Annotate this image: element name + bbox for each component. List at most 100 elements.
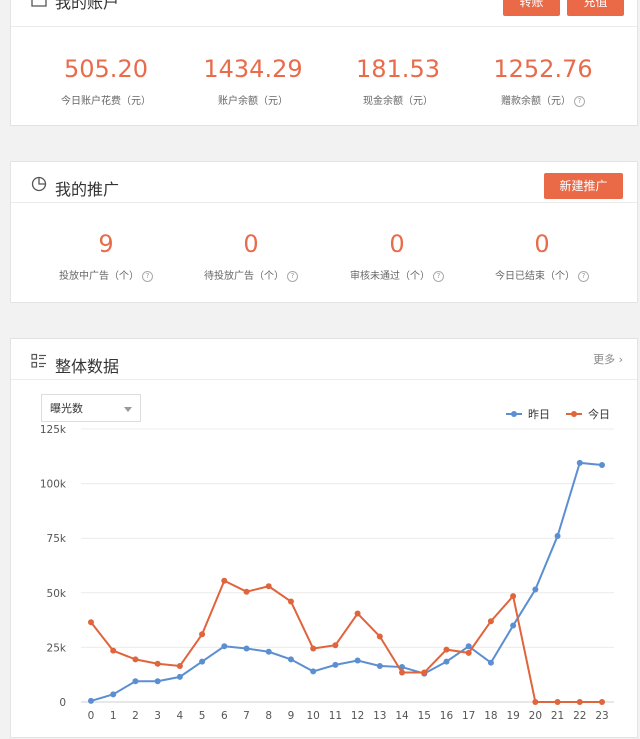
data-point [599, 462, 605, 469]
data-point [354, 657, 361, 664]
data-point [88, 697, 94, 704]
data-point [332, 661, 339, 668]
data-point [443, 646, 450, 653]
transfer-button[interactable]: 转账 [503, 0, 560, 16]
account-title: 我的账户 [55, 0, 120, 12]
x-tick-label: 3 [154, 710, 161, 722]
x-tick-label: 11 [329, 710, 342, 722]
x-tick-label: 8 [265, 710, 272, 722]
stat-label: 待投放广告（个）? [181, 267, 321, 282]
data-point [376, 633, 383, 640]
data-point [554, 699, 561, 705]
data-point [487, 618, 494, 625]
y-tick-label: 25k [47, 642, 67, 654]
data-point [265, 648, 272, 655]
account-card: 我的账户 转账 充值 505.20 今日账户花费（元） 1434.29 账户余额… [10, 0, 638, 126]
data-point [243, 645, 250, 652]
help-icon[interactable]: ? [574, 95, 585, 107]
data-point [532, 699, 539, 705]
recharge-button[interactable]: 充值 [567, 0, 624, 16]
data-point [487, 659, 494, 666]
data-point [132, 678, 139, 685]
x-tick-label: 23 [595, 710, 608, 722]
x-tick-label: 12 [351, 710, 364, 722]
data-point [310, 668, 317, 675]
data-point [110, 691, 117, 698]
promotion-title: 我的推广 [55, 180, 120, 199]
x-tick-label: 7 [243, 710, 250, 722]
stat-pending-ads: 0 待投放广告（个）? [181, 229, 321, 282]
help-icon[interactable]: ? [433, 270, 444, 282]
y-tick-label: 75k [47, 533, 67, 545]
data-point [332, 642, 339, 649]
x-tick-label: 17 [462, 710, 475, 722]
data-point [88, 619, 94, 626]
data-point [554, 533, 561, 540]
y-tick-label: 125k [40, 424, 67, 436]
x-tick-label: 14 [395, 710, 409, 722]
stat-value: 1252.76 [493, 55, 593, 83]
folder-icon [31, 0, 47, 7]
stat-value: 0 [243, 230, 259, 258]
data-point [221, 577, 228, 584]
data-point [510, 593, 517, 600]
stat-label: 审核未通过（个）? [327, 267, 467, 282]
stat-value: 181.53 [356, 55, 440, 83]
data-point [287, 656, 294, 663]
data-point [376, 662, 383, 669]
x-tick-label: 9 [288, 710, 295, 722]
account-header: 我的账户 转账 充值 [11, 0, 637, 29]
promotion-header: 我的推广 新建推广 [11, 162, 637, 203]
x-tick-label: 10 [306, 710, 319, 722]
stat-label: 赠款余额（元）? [473, 92, 613, 107]
stat-label: 投放中广告（个）? [36, 267, 176, 282]
x-tick-label: 4 [177, 710, 184, 722]
data-point [154, 660, 161, 667]
new-promotion-button[interactable]: 新建推广 [544, 173, 623, 199]
stat-running-ads: 9 投放中广告（个）? [36, 229, 176, 282]
stat-label: 今日账户花费（元） [61, 96, 151, 107]
data-point [176, 673, 183, 680]
data-point [287, 598, 294, 605]
data-point [599, 699, 605, 705]
x-tick-label: 19 [506, 710, 519, 722]
x-tick-label: 5 [199, 710, 206, 722]
y-tick-label: 50k [47, 588, 67, 600]
stat-cash-balance: 181.53 现金余额（元） [328, 54, 468, 107]
x-tick-label: 15 [418, 710, 431, 722]
stat-label: 今日已结束（个）? [472, 267, 612, 282]
x-tick-label: 1 [110, 710, 117, 722]
x-tick-label: 16 [440, 710, 454, 722]
help-icon[interactable]: ? [142, 270, 153, 282]
data-point [510, 622, 517, 629]
pie-chart-icon [31, 176, 47, 192]
stat-value: 0 [389, 230, 405, 258]
data-point [199, 631, 206, 638]
exposure-line-chart: 025k50k75k100k125k0 1 2 3 4 5 6 7 8 9 10 11 12 13 14 15… [40, 424, 614, 722]
data-point [132, 656, 139, 663]
data-point [110, 647, 117, 654]
stat-value: 0 [534, 230, 550, 258]
data-point [576, 459, 583, 466]
help-icon[interactable]: ? [578, 270, 589, 282]
series-line [90, 579, 602, 703]
stat-today-spend: 505.20 今日账户花费（元） [36, 54, 176, 107]
data-point [221, 643, 228, 650]
data-point [421, 669, 428, 676]
stat-ended-today: 0 今日已结束（个）? [472, 229, 612, 282]
x-tick-label: 18 [484, 710, 497, 722]
data-point [243, 588, 250, 595]
promotion-card: 我的推广 新建推广 9 投放中广告（个）? 0 待投放广告（个）? 0 审核未通… [10, 161, 638, 303]
x-tick-label: 6 [221, 710, 228, 722]
data-point [576, 699, 583, 705]
stat-rejected: 0 审核未通过（个）? [327, 229, 467, 282]
x-tick-label: 0 [88, 710, 95, 722]
x-tick-label: 21 [551, 710, 564, 722]
account-divider [11, 26, 637, 27]
data-point [199, 658, 206, 665]
stat-grant-balance: 1252.76 赠款余额（元）? [473, 54, 613, 107]
help-icon[interactable]: ? [287, 270, 298, 282]
y-tick-label: 0 [59, 697, 66, 709]
y-tick-label: 100k [40, 479, 67, 491]
x-tick-label: 22 [573, 710, 586, 722]
